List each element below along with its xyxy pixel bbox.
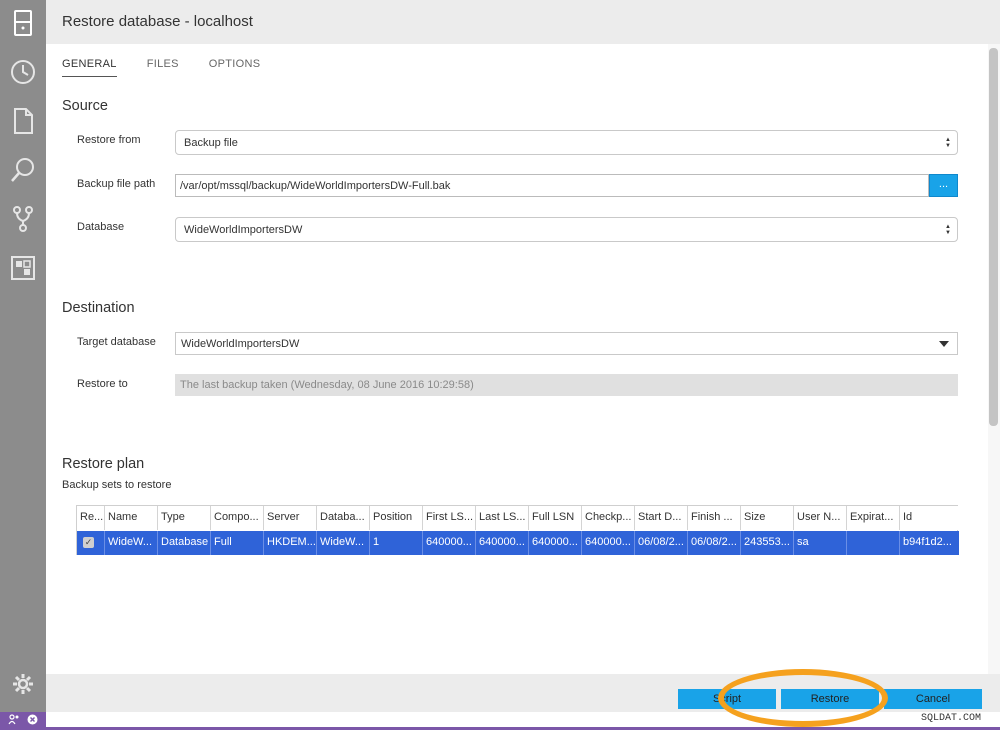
tab-options[interactable]: OPTIONS [209,58,261,77]
column-header[interactable]: Last LS... [476,506,529,530]
file-icon[interactable] [9,107,37,135]
activity-bar [0,0,46,712]
table-cell: WideW... [105,531,158,555]
backup-path-value: /var/opt/mssql/backup/WideWorldImporters… [180,180,451,192]
column-header[interactable]: Checkp... [582,506,635,530]
updown-arrows-icon: ▲ ▼ [945,137,951,149]
restore-from-value: Backup file [184,137,238,149]
backup-path-label: Backup file path [77,178,156,190]
column-header[interactable]: Full LSN [529,506,582,530]
table-cell [847,531,900,555]
column-header[interactable]: Size [741,506,794,530]
server-icon[interactable] [9,9,37,37]
table-cell: b94f1d2... [903,536,952,548]
database-label: Database [77,221,125,233]
restore-dialog: Restore database - localhost GENERAL FIL… [46,0,1000,712]
column-header[interactable]: Re... [77,506,105,530]
column-header[interactable]: Id [900,506,953,530]
table-cell: 06/08/2... [635,531,688,555]
column-header[interactable]: Expirat... [847,506,900,530]
column-header[interactable]: Databa... [317,506,370,530]
dialog-header: Restore database - localhost [46,0,1000,44]
updown-arrows-icon: ▲ ▼ [945,224,951,236]
table-cell: Full [211,531,264,555]
column-header[interactable]: Type [158,506,211,530]
table-cell: 243553... [741,531,794,555]
row-checkbox-cell[interactable]: ✓ [77,531,105,555]
tab-files[interactable]: FILES [147,58,179,77]
tab-general[interactable]: GENERAL [62,58,117,77]
table-cell: sa [794,531,847,555]
column-header[interactable]: Finish ... [688,506,741,530]
restore-to-label: Restore to [77,378,128,390]
target-database-label: Target database [77,336,156,348]
restore-from-select[interactable]: Backup file ▲ ▼ [175,130,958,155]
column-header[interactable]: Server [264,506,317,530]
close-icon[interactable] [27,712,38,730]
restore-from-label: Restore from [77,134,141,146]
tab-bar: GENERAL FILES OPTIONS [62,58,260,77]
cancel-button[interactable]: Cancel [884,689,982,709]
account-icon[interactable] [8,712,20,730]
table-row[interactable]: ✓ WideW... Database Full HKDEM... WideW.… [77,531,959,555]
column-header[interactable]: Position [370,506,423,530]
backup-path-input[interactable]: /var/opt/mssql/backup/WideWorldImporters… [175,174,929,197]
table-cell: 06/08/2... [688,531,741,555]
table-cell: 1 [370,531,423,555]
table-cell: 640000... [529,531,582,555]
restore-plan-title: Restore plan [62,456,145,472]
status-bar-left [0,712,46,730]
column-header[interactable]: User N... [794,506,847,530]
browse-button[interactable]: ... [929,174,958,197]
watermark: SQLDAT.COM [921,713,982,724]
checkbox[interactable]: ✓ [83,537,94,548]
database-select[interactable]: WideWorldImportersDW ▲ ▼ [175,217,958,242]
restore-to-field: The last backup taken (Wednesday, 08 Jun… [175,374,958,396]
table-cell: 640000... [582,531,635,555]
table-cell: HKDEM... [264,531,317,555]
backup-sets-grid: Re... Name Type Compo... Server Databa..… [76,505,959,555]
destination-section-title: Destination [62,300,135,316]
table-cell: 640000... [476,531,529,555]
gear-icon[interactable] [9,670,37,698]
column-header[interactable]: Name [105,506,158,530]
extensions-icon[interactable] [9,254,37,282]
table-cell: Database [158,531,211,555]
table-cell: 640000... [423,531,476,555]
source-section-title: Source [62,98,108,114]
scrollbar-thumb[interactable] [989,48,998,426]
restore-plan-subtitle: Backup sets to restore [62,479,172,491]
database-value: WideWorldImportersDW [184,224,303,236]
column-header[interactable]: Start D... [635,506,688,530]
history-icon[interactable] [9,58,37,86]
search-icon[interactable] [9,156,37,184]
highlight-ring [718,669,888,727]
source-control-icon[interactable] [9,205,37,233]
caret-down-icon [939,341,949,347]
column-header[interactable]: First LS... [423,506,476,530]
target-database-dropdown[interactable]: WideWorldImportersDW [175,332,958,355]
restore-to-value: The last backup taken (Wednesday, 08 Jun… [180,379,474,391]
target-database-value: WideWorldImportersDW [181,338,300,350]
column-header[interactable]: Compo... [211,506,264,530]
dialog-title: Restore database - localhost [62,13,253,30]
grid-header-row: Re... Name Type Compo... Server Databa..… [77,506,959,530]
table-cell: WideW... [317,531,370,555]
